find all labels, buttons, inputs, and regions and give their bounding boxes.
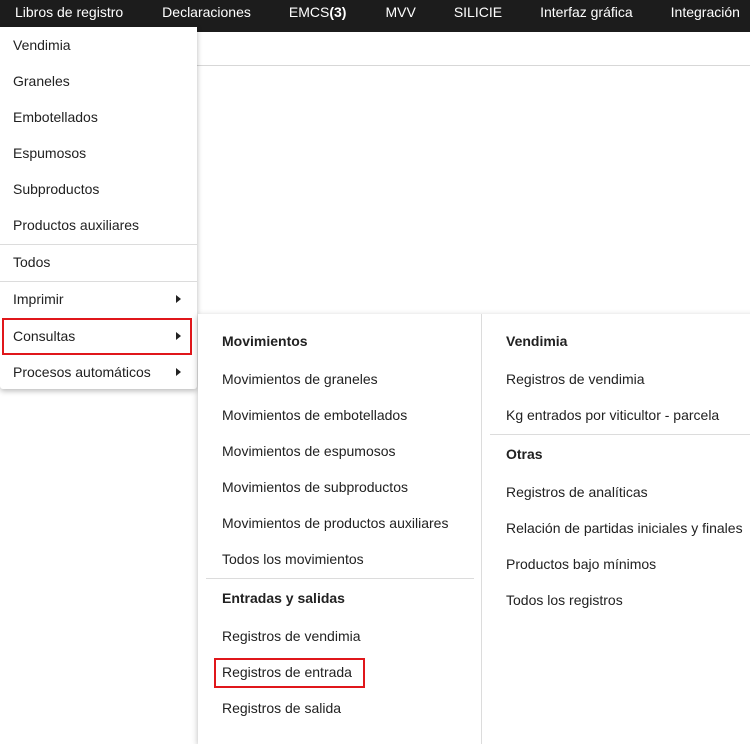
submenu-separator <box>206 578 474 579</box>
submenu-item-registros-vendimia[interactable]: Registros de vendimia <box>222 626 361 646</box>
menu-item-vendimia[interactable]: Vendimia <box>0 30 197 60</box>
consultas-highlight-box <box>2 318 192 355</box>
section-header-vendimia: Vendimia <box>506 333 568 349</box>
nav-silicie[interactable]: SILICIE <box>446 0 510 32</box>
submenu-item-kg-viticultor-parcela[interactable]: Kg entrados por viticultor - parcela <box>506 405 719 425</box>
submenu-item-movimientos-espumosos[interactable]: Movimientos de espumosos <box>222 441 396 461</box>
menu-separator <box>0 244 197 245</box>
nav-emcs[interactable]: EMCS(3) <box>281 0 355 32</box>
menu-item-graneles[interactable]: Graneles <box>0 66 197 96</box>
caret-right-icon <box>176 295 181 303</box>
menu-item-subproductos[interactable]: Subproductos <box>0 174 197 204</box>
submenu-item-productos-bajo-minimos[interactable]: Productos bajo mínimos <box>506 554 656 574</box>
submenu-item-registros-de-vendimia[interactable]: Registros de vendimia <box>506 369 645 389</box>
nav-mvv[interactable]: MVV <box>377 0 423 32</box>
submenu-item-movimientos-embotellados[interactable]: Movimientos de embotellados <box>222 405 407 425</box>
menu-item-productos-auxiliares[interactable]: Productos auxiliares <box>0 210 197 240</box>
caret-right-icon <box>176 368 181 376</box>
submenu-item-todos-registros[interactable]: Todos los registros <box>506 590 623 610</box>
submenu-item-relacion-partidas[interactable]: Relación de partidas iniciales y finales <box>506 518 743 538</box>
menu-separator <box>0 281 197 282</box>
menu-item-embotellados[interactable]: Embotellados <box>0 102 197 132</box>
nav-emcs-count: (3) <box>329 4 347 20</box>
nav-integracion[interactable]: Integración <box>663 0 748 32</box>
menu-item-imprimir-label: Imprimir <box>13 291 64 307</box>
section-header-movimientos: Movimientos <box>222 333 308 349</box>
menu-item-imprimir[interactable]: Imprimir <box>0 284 197 314</box>
menu-item-espumosos[interactable]: Espumosos <box>0 138 197 168</box>
section-header-otras: Otras <box>506 446 543 462</box>
submenu-item-todos-movimientos[interactable]: Todos los movimientos <box>222 549 364 569</box>
submenu-separator <box>490 434 750 435</box>
menu-item-todos[interactable]: Todos <box>0 247 197 277</box>
menu-item-procesos-automaticos[interactable]: Procesos automáticos <box>0 357 197 387</box>
submenu-item-movimientos-graneles[interactable]: Movimientos de graneles <box>222 369 378 389</box>
submenu-item-registros-salida[interactable]: Registros de salida <box>222 698 341 718</box>
nav-interfaz-grafica[interactable]: Interfaz gráfica <box>532 0 641 32</box>
section-header-entradas-salidas: Entradas y salidas <box>222 590 345 606</box>
submenu-item-movimientos-subproductos[interactable]: Movimientos de subproductos <box>222 477 408 497</box>
page-divider <box>196 65 750 66</box>
menu-item-procesos-label: Procesos automáticos <box>13 364 151 380</box>
column-divider <box>481 314 482 744</box>
submenu-item-registros-analiticas[interactable]: Registros de analíticas <box>506 482 648 502</box>
nav-emcs-label: EMCS <box>288 4 330 20</box>
submenu-item-movimientos-auxiliares[interactable]: Movimientos de productos auxiliares <box>222 513 448 533</box>
registros-entrada-highlight-box <box>214 658 365 688</box>
